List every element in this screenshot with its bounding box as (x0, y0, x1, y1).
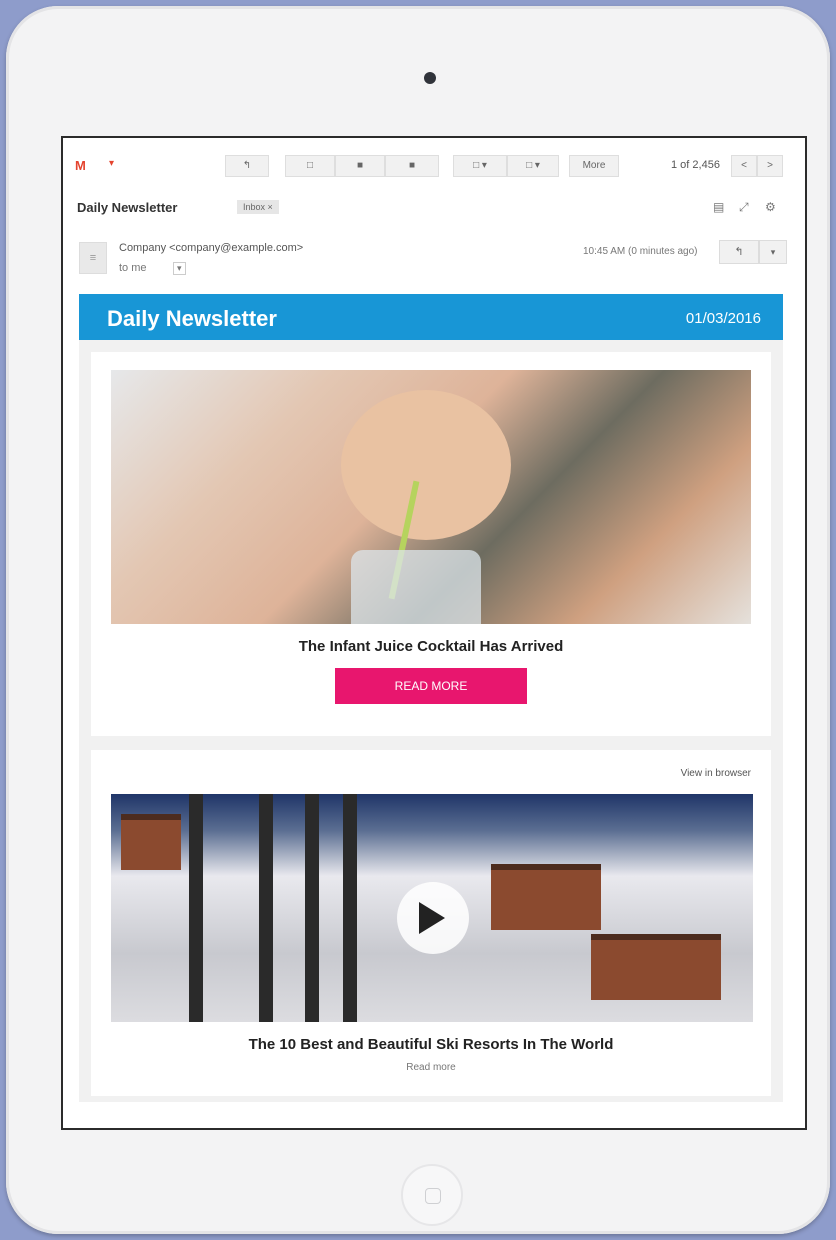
more-actions-button[interactable]: ▾ (759, 240, 787, 264)
video-title[interactable]: The 10 Best and Beautiful Ski Resorts In… (91, 1036, 771, 1053)
read-more-button[interactable]: READ MORE (335, 668, 527, 704)
image-detail (305, 794, 319, 1022)
settings-icon[interactable]: ⚙ (765, 200, 776, 214)
move-to-button[interactable]: □ ▾ (453, 155, 507, 177)
camera-icon (424, 72, 436, 84)
home-button[interactable] (401, 1164, 463, 1226)
email-subject: Daily Newsletter (77, 200, 178, 215)
mail-toolbar: M ▾ ↰ □ ■ ■ □ ▾ □ ▾ More 1 of 2,456 < > (63, 138, 805, 190)
article-title[interactable]: The Infant Juice Cocktail Has Arrived (91, 638, 771, 655)
newsletter-body: Daily Newsletter 01/03/2016 The Infant J… (79, 294, 783, 1102)
hero-image-baby[interactable] (111, 370, 751, 624)
image-detail (189, 794, 203, 1022)
reply-button[interactable]: ↰ (719, 240, 759, 264)
image-detail (591, 934, 721, 1000)
email-screen: M ▾ ↰ □ ■ ■ □ ▾ □ ▾ More 1 of 2,456 < > … (61, 136, 807, 1130)
recipient-line: to me (119, 262, 147, 274)
received-time: 10:45 AM (0 minutes ago) (583, 246, 698, 257)
home-square-icon (425, 1188, 441, 1204)
image-detail (259, 794, 273, 1022)
video-thumbnail[interactable] (111, 794, 753, 1022)
print-icon[interactable]: ▤ (713, 200, 724, 214)
sender-address: Company <company@example.com> (119, 242, 304, 254)
newsletter-date: 01/03/2016 (685, 310, 761, 327)
image-detail (121, 814, 181, 870)
mail-logo[interactable]: M (75, 158, 86, 173)
article-card: The Infant Juice Cocktail Has Arrived RE… (91, 352, 771, 736)
inbox-label[interactable]: Inbox × (237, 200, 279, 214)
newsletter-header: Daily Newsletter 01/03/2016 (79, 294, 783, 340)
delete-button[interactable]: ■ (385, 155, 439, 177)
chevron-down-icon[interactable]: ▾ (109, 158, 114, 169)
image-detail (351, 550, 481, 624)
back-button[interactable]: ↰ (225, 155, 269, 177)
expand-icon[interactable]: ⤢ (739, 200, 749, 215)
sender-avatar: ≡ (79, 242, 107, 274)
recipient-details-icon[interactable]: ▾ (173, 262, 186, 275)
next-message-button[interactable]: > (757, 155, 783, 177)
message-count: 1 of 2,456 (671, 159, 720, 171)
play-icon (419, 902, 445, 934)
play-button[interactable] (397, 882, 469, 954)
labels-button[interactable]: □ ▾ (507, 155, 559, 177)
more-button[interactable]: More (569, 155, 619, 177)
image-detail (343, 794, 357, 1022)
video-card: View in browser The 10 Best and Beautifu… (91, 750, 771, 1096)
tablet-frame: M ▾ ↰ □ ■ ■ □ ▾ □ ▾ More 1 of 2,456 < > … (6, 6, 830, 1234)
prev-message-button[interactable]: < (731, 155, 757, 177)
image-detail (491, 864, 601, 930)
newsletter-title: Daily Newsletter (107, 306, 277, 331)
archive-button[interactable]: □ (285, 155, 335, 177)
video-subtitle[interactable]: Read more (91, 1062, 771, 1073)
image-detail (341, 390, 511, 540)
spam-button[interactable]: ■ (335, 155, 385, 177)
view-in-browser-link[interactable]: View in browser (681, 768, 751, 779)
